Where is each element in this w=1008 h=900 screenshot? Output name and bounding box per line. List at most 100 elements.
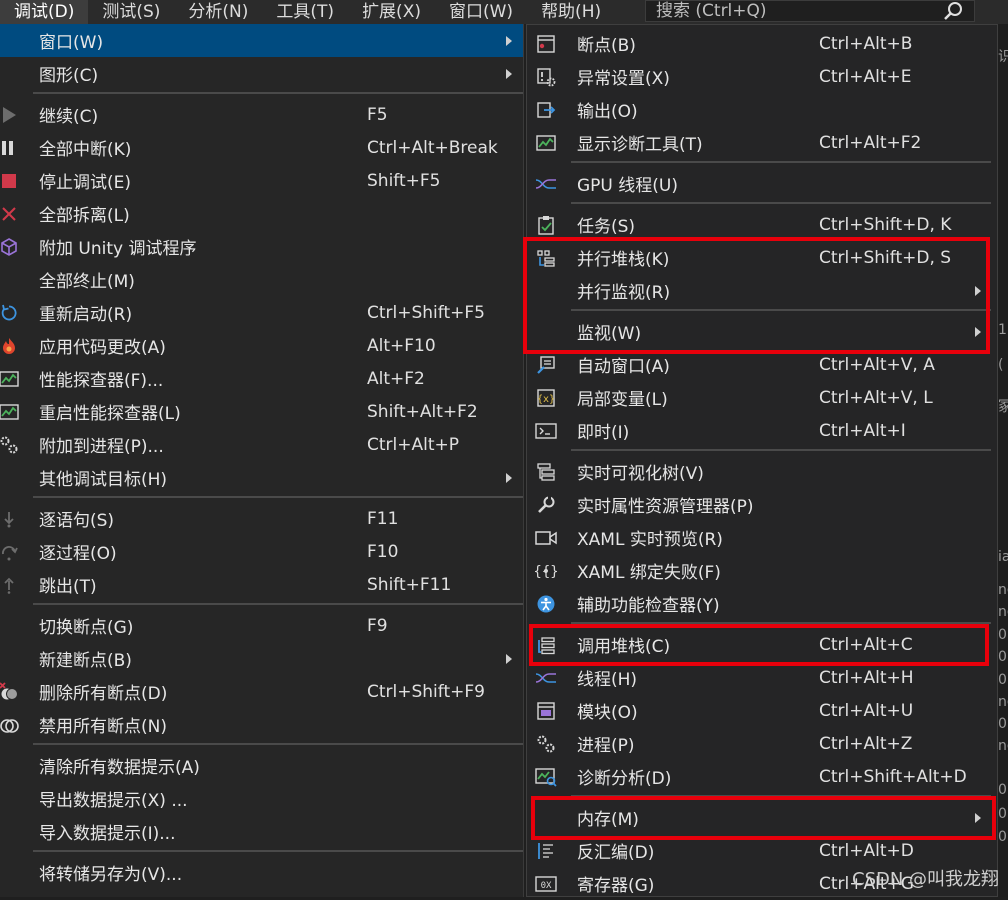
menu-item-label: 导入数据提示(I)... — [39, 824, 176, 844]
menu-item-label: 即时(I) — [577, 423, 630, 443]
window-item-immediate[interactable]: 即时(I) Ctrl+Alt+I — [527, 414, 997, 447]
menu-item-label: 新建断点(B) — [39, 651, 132, 671]
menu-item-label: 切换断点(G) — [39, 618, 134, 638]
detach-icon — [0, 203, 20, 225]
edge-text: ia — [998, 549, 1008, 565]
debug-item-continue[interactable]: 继续(C) F5 — [0, 98, 523, 131]
debug-item-attach-unity[interactable]: 附加 Unity 调试程序 — [0, 230, 523, 263]
window-item-processes[interactable]: 进程(P) Ctrl+Alt+Z — [527, 727, 997, 760]
menu-item-label: 实时属性资源管理器(P) — [577, 497, 754, 517]
menu-test[interactable]: 测试(S) — [88, 0, 174, 24]
binding-failures-icon: {{•} — [535, 560, 557, 582]
submenu-arrow-icon — [506, 654, 512, 664]
debug-item-export-datatips[interactable]: 导出数据提示(X) ... — [0, 782, 523, 815]
background-editor-edge: 识 1 ( 冢 ia nc nc 0 0 0 nc 0 nc 0 0 0 — [998, 24, 1008, 897]
window-item-breakpoints[interactable]: 断点(B) Ctrl+Alt+B — [527, 27, 997, 60]
menu-item-shortcut: Ctrl+Alt+V, L — [819, 387, 933, 408]
menu-item-label: 附加 Unity 调试程序 — [39, 239, 197, 259]
gears-icon — [0, 434, 20, 456]
menu-help[interactable]: 帮助(H) — [527, 0, 615, 24]
menu-item-label: 删除所有断点(D) — [39, 684, 168, 704]
window-item-gpu-threads[interactable]: GPU 线程(U) — [527, 167, 997, 200]
debug-item-apply-code-changes[interactable]: 应用代码更改(A) Alt+F10 — [0, 329, 523, 362]
menu-item-label: 辅助功能检查器(Y) — [577, 596, 720, 616]
edge-text: nc — [998, 582, 1008, 598]
debug-item-import-datatips[interactable]: 导入数据提示(I)... — [0, 815, 523, 848]
menu-item-shortcut: Ctrl+Shift+F9 — [367, 681, 485, 702]
menu-separator — [33, 92, 523, 94]
exception-settings-icon — [535, 66, 557, 88]
menu-extensions[interactable]: 扩展(X) — [348, 0, 435, 24]
debug-item-other-targets[interactable]: 其他调试目标(H) — [0, 461, 523, 494]
debug-item-delete-all-breakpoints[interactable]: 删除所有断点(D) Ctrl+Shift+F9 — [0, 675, 523, 708]
debug-item-graphics[interactable]: 图形(C) — [0, 57, 523, 90]
debug-item-window[interactable]: 窗口(W) — [0, 24, 523, 57]
menu-item-label: 线程(H) — [577, 670, 638, 690]
debug-item-break-all[interactable]: 全部中断(K) Ctrl+Alt+Break — [0, 131, 523, 164]
debug-item-toggle-breakpoint[interactable]: 切换断点(G) F9 — [0, 609, 523, 642]
window-item-live-visual-tree[interactable]: 实时可视化树(V) — [527, 455, 997, 488]
submenu-arrow-icon — [506, 69, 512, 79]
menu-item-label: 其他调试目标(H) — [39, 470, 168, 490]
window-item-modules[interactable]: 模块(O) Ctrl+Alt+U — [527, 694, 997, 727]
menu-window[interactable]: 窗口(W) — [435, 0, 527, 24]
menu-item-label: 任务(S) — [577, 217, 636, 237]
submenu-arrow-icon — [506, 36, 512, 46]
locals-icon: {x} — [535, 387, 557, 409]
window-item-output[interactable]: 输出(O) — [527, 93, 997, 126]
search-box[interactable]: 搜索 (Ctrl+Q) — [645, 0, 975, 22]
menu-item-shortcut: Shift+F11 — [367, 574, 452, 595]
debug-item-disable-all-breakpoints[interactable]: 禁用所有断点(N) — [0, 708, 523, 741]
menu-item-label: 将转储另存为(V)... — [39, 865, 183, 885]
debug-item-step-into[interactable]: 逐语句(S) F11 — [0, 502, 523, 535]
debug-item-save-dump[interactable]: 将转储另存为(V)... — [0, 856, 523, 889]
debug-item-stop[interactable]: 停止调试(E) Shift+F5 — [0, 164, 523, 197]
debug-item-clear-datatips[interactable]: 清除所有数据提示(A) — [0, 749, 523, 782]
submenu-arrow-icon — [506, 473, 512, 483]
menu-item-shortcut: Ctrl+Shift+D, K — [819, 214, 952, 235]
edge-text: 0 — [998, 782, 1007, 798]
menu-item-label: GPU 线程(U) — [577, 176, 678, 196]
debug-item-relaunch-profiler[interactable]: 重启性能探查器(L) Shift+Alt+F2 — [0, 395, 523, 428]
debug-item-detach-all[interactable]: 全部拆离(L) — [0, 197, 523, 230]
menu-item-shortcut: Shift+F5 — [367, 170, 441, 191]
window-item-accessibility-checker[interactable]: 辅助功能检查器(Y) — [527, 587, 997, 620]
debug-item-restart[interactable]: 重新启动(R) Ctrl+Shift+F5 — [0, 296, 523, 329]
menu-item-label: 继续(C) — [39, 107, 99, 127]
menu-debug[interactable]: 调试(D) — [0, 0, 89, 24]
edge-text: 0 — [998, 672, 1007, 688]
edge-text: 0 — [998, 806, 1007, 822]
window-item-diagnostic-analysis[interactable]: 诊断分析(D) Ctrl+Shift+Alt+D — [527, 760, 997, 793]
debug-item-terminate-all[interactable]: 全部终止(M) — [0, 263, 523, 296]
threads-icon — [535, 667, 557, 689]
disassembly-icon — [535, 840, 557, 862]
window-item-exception-settings[interactable]: 异常设置(X) Ctrl+Alt+E — [527, 60, 997, 93]
window-submenu: 断点(B) Ctrl+Alt+B 异常设置(X) Ctrl+Alt+E 输出(O… — [526, 24, 998, 897]
menu-tools[interactable]: 工具(T) — [262, 0, 348, 24]
window-item-xaml-binding-failures[interactable]: {{•} XAML 绑定失败(F) — [527, 554, 997, 587]
play-icon — [0, 104, 20, 126]
window-item-live-property-explorer[interactable]: 实时属性资源管理器(P) — [527, 488, 997, 521]
window-item-diagnostic-tools[interactable]: 显示诊断工具(T) Ctrl+Alt+F2 — [527, 126, 997, 159]
menu-item-shortcut: Ctrl+Shift+F5 — [367, 302, 485, 323]
window-item-xaml-live-preview[interactable]: XAML 实时预览(R) — [527, 521, 997, 554]
debug-item-attach-to-process[interactable]: 附加到进程(P)... Ctrl+Alt+P — [0, 428, 523, 461]
debug-item-step-over[interactable]: 逐过程(O) F10 — [0, 535, 523, 568]
menu-item-label: 跳出(T) — [39, 577, 97, 597]
window-item-locals[interactable]: {x} 局部变量(L) Ctrl+Alt+V, L — [527, 381, 997, 414]
menu-item-shortcut: F9 — [367, 615, 388, 636]
debug-item-new-breakpoint[interactable]: 新建断点(B) — [0, 642, 523, 675]
profiler-chart-icon — [0, 401, 20, 423]
menu-item-label: 模块(O) — [577, 703, 638, 723]
menu-item-label: 重新启动(R) — [39, 305, 133, 325]
diagnostic-analysis-icon — [535, 766, 557, 788]
modules-icon — [535, 700, 557, 722]
delete-breakpoints-icon — [0, 681, 20, 703]
menu-analyze[interactable]: 分析(N) — [174, 0, 262, 24]
search-icon[interactable] — [942, 0, 964, 22]
debug-item-step-out[interactable]: 跳出(T) Shift+F11 — [0, 568, 523, 601]
annotation-box-parallel — [523, 237, 990, 354]
menu-item-label: 进程(P) — [577, 736, 635, 756]
debug-item-performance-profiler[interactable]: 性能探查器(F)... Alt+F2 — [0, 362, 523, 395]
property-explorer-wrench-icon — [535, 494, 557, 516]
